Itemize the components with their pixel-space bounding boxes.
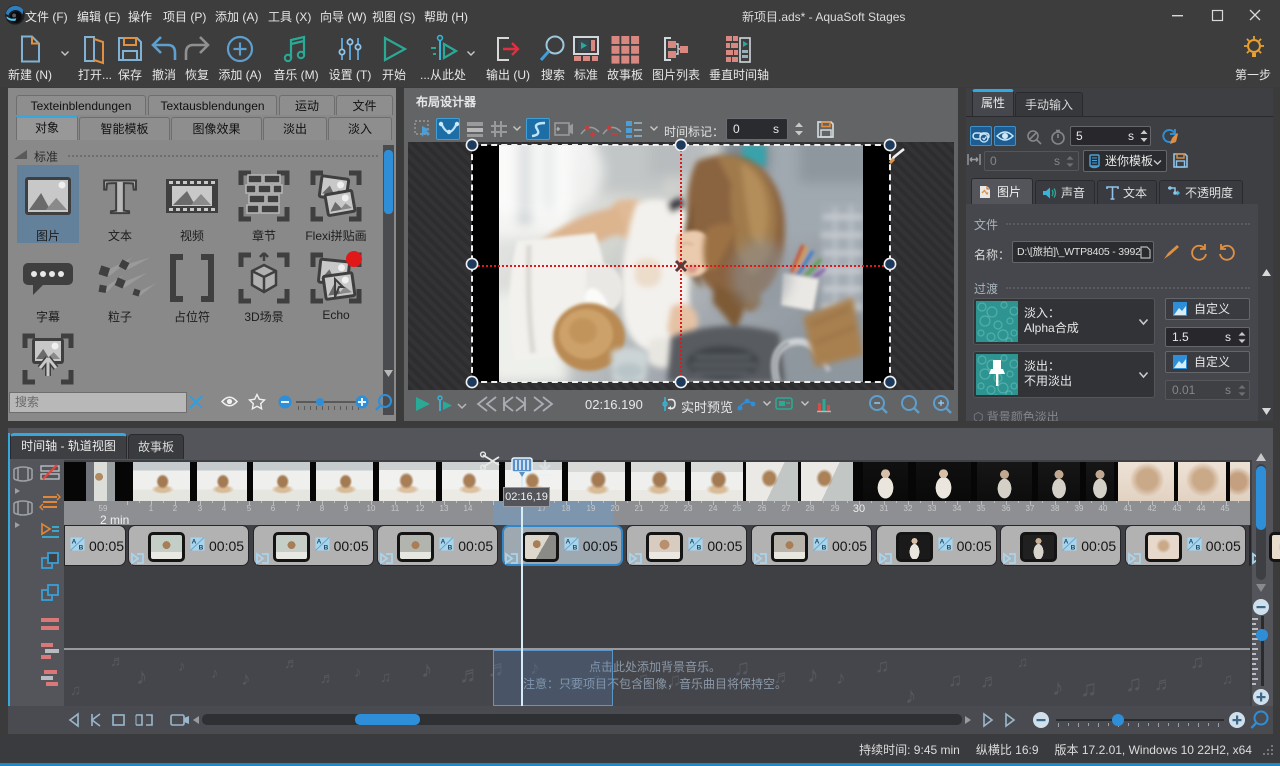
- svg-text:A: A: [1064, 539, 1069, 546]
- svg-text:A: A: [1188, 539, 1193, 546]
- svg-text:A: A: [192, 539, 197, 546]
- svg-text:B: B: [1195, 545, 1200, 552]
- svg-text:A: A: [441, 539, 446, 546]
- svg-text:A: A: [690, 539, 695, 546]
- svg-text:B: B: [572, 545, 577, 552]
- svg-text:A: A: [72, 539, 77, 546]
- svg-text:B: B: [323, 545, 328, 552]
- svg-text:B: B: [1071, 545, 1076, 552]
- svg-text:B: B: [79, 545, 84, 552]
- svg-text:B: B: [946, 545, 951, 552]
- svg-text:A: A: [565, 539, 570, 546]
- svg-text:B: B: [448, 545, 453, 552]
- svg-text:A: A: [939, 539, 944, 546]
- svg-text:B: B: [822, 545, 827, 552]
- svg-text:T: T: [103, 168, 136, 224]
- svg-text:A: A: [815, 539, 820, 546]
- svg-text:B: B: [199, 545, 204, 552]
- svg-text:A: A: [316, 539, 321, 546]
- svg-text:B: B: [697, 545, 702, 552]
